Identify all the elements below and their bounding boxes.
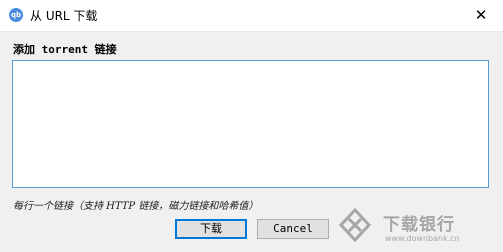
watermark-name: 下载银行 [383, 215, 455, 235]
download-from-url-dialog: qb 从 URL 下载 ✕ 添加 torrent 链接 每行一个链接（支持 HT… [0, 0, 503, 252]
title-bar[interactable]: qb 从 URL 下载 ✕ [0, 0, 503, 32]
torrent-links-textarea[interactable] [12, 60, 489, 188]
one-link-per-line-hint: 每行一个链接（支持 HTTP 链接，磁力链接和哈希值） [13, 201, 259, 212]
add-torrent-links-label: 添加 torrent 链接 [13, 43, 117, 56]
window-title: 从 URL 下载 [30, 9, 98, 23]
downbank-logo-icon [338, 208, 372, 242]
downbank-watermark: 下载银行 www.downbank.cn [338, 204, 493, 248]
qbittorrent-app-icon: qb [9, 8, 23, 22]
cancel-button[interactable]: Cancel [257, 219, 329, 239]
close-button[interactable]: ✕ [459, 0, 503, 31]
watermark-url: www.downbank.cn [385, 234, 460, 243]
download-button[interactable]: 下载 [175, 219, 247, 239]
